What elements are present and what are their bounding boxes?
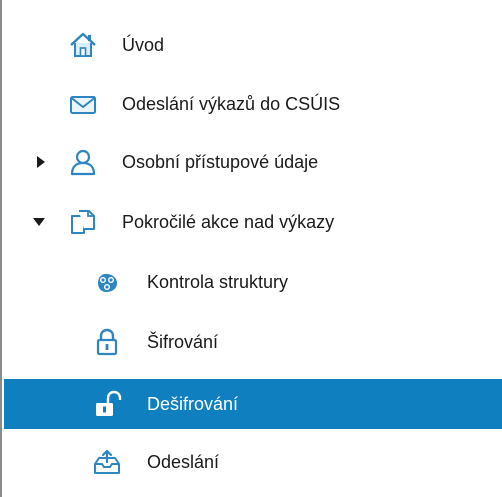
tree-item-label: Odeslání výkazů do CSÚIS	[122, 93, 341, 114]
expand-arrow-icon[interactable]	[34, 155, 48, 169]
tree-item-label: Dešifrování	[147, 393, 239, 414]
tree-item-desifrovani[interactable]: Dešifrování	[4, 379, 502, 429]
unlock-icon	[92, 389, 122, 419]
tree-item-label: Úvod	[122, 34, 165, 55]
envelope-icon	[68, 89, 98, 119]
tree-item-label: Pokročilé akce nad výkazy	[122, 211, 335, 232]
tree-item-kontrola-struktury[interactable]: Kontrola struktury	[4, 257, 502, 307]
tree-item-pokrocile-akce[interactable]: Pokročilé akce nad výkazy	[4, 197, 502, 247]
outbox-icon	[92, 447, 122, 477]
tree-item-osobni-udaje[interactable]: Osobní přístupové údaje	[4, 137, 502, 187]
tree-item-label: Osobní přístupové údaje	[122, 151, 319, 172]
collapse-arrow-icon[interactable]	[32, 215, 46, 229]
navigation-tree: Úvod Odeslání výkazů do CSÚIS Osobní pří…	[0, 0, 502, 497]
tree-item-uvod[interactable]: Úvod	[4, 20, 502, 70]
structure-check-icon	[92, 267, 122, 297]
documents-icon	[68, 207, 98, 237]
tree-item-sifrovani[interactable]: Šifrování	[4, 317, 502, 367]
tree-item-label: Odeslání	[147, 451, 220, 472]
tree-item-odeslani-vykazu[interactable]: Odeslání výkazů do CSÚIS	[4, 79, 502, 129]
user-icon	[68, 147, 98, 177]
tree-item-odeslani[interactable]: Odeslání	[4, 437, 502, 487]
tree-item-label: Kontrola struktury	[147, 271, 289, 292]
tree-item-label: Šifrování	[147, 331, 219, 352]
home-icon	[68, 30, 98, 60]
lock-icon	[92, 327, 122, 357]
